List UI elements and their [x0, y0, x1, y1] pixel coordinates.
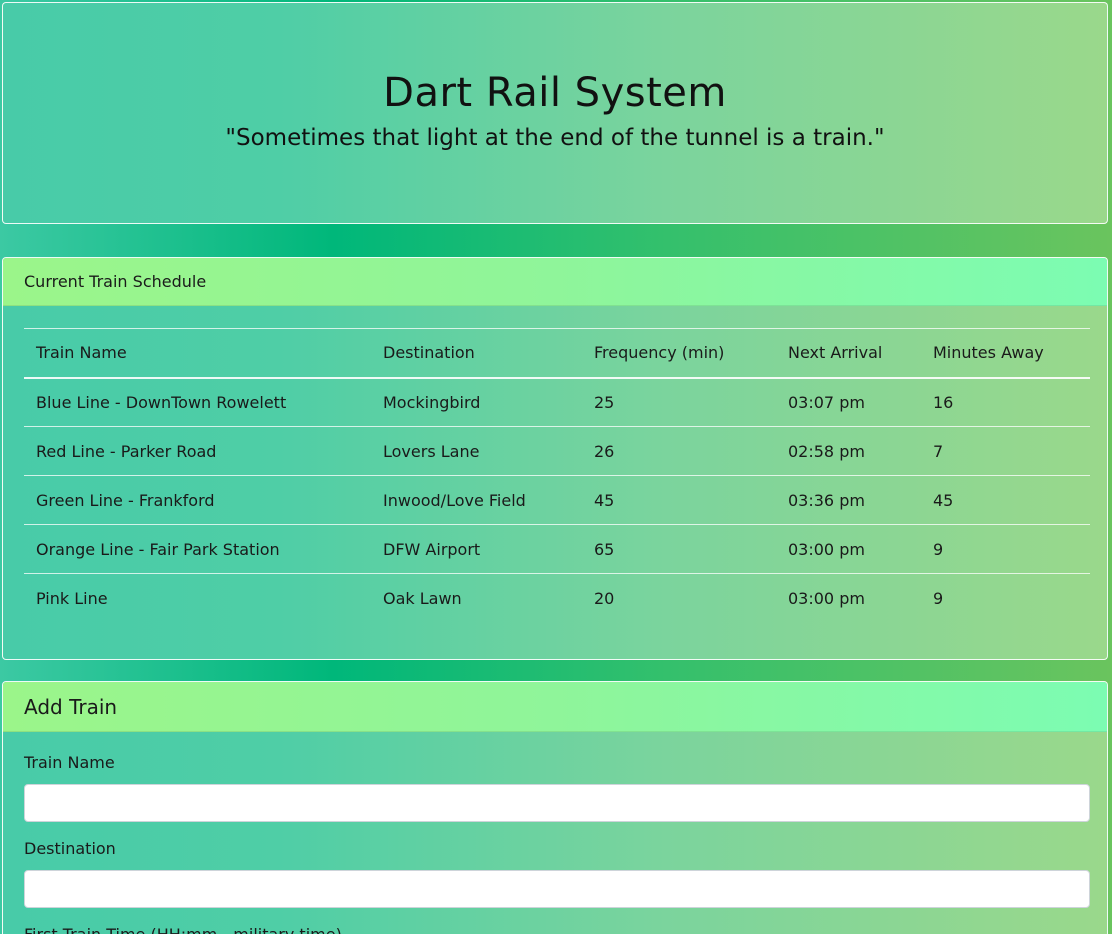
column-header-next-arrival: Next Arrival: [788, 343, 883, 363]
column-header-train-name: Train Name: [36, 343, 127, 363]
cell-train-name: Red Line - Parker Road: [36, 441, 217, 461]
cell-destination: Oak Lawn: [383, 588, 462, 608]
train-name-input[interactable]: [24, 784, 1090, 822]
column-header-minutes-away: Minutes Away: [933, 343, 1044, 363]
table-row: Blue Line - DownTown Rowelett Mockingbir…: [24, 378, 1090, 427]
add-train-card: Add Train Train Name Destination First T…: [2, 681, 1108, 934]
cell-frequency: 65: [594, 539, 615, 559]
cell-train-name: Pink Line: [36, 588, 108, 608]
cell-train-name: Orange Line - Fair Park Station: [36, 539, 280, 559]
cell-next-arrival: 03:00 pm: [788, 588, 865, 608]
cell-minutes-away: 7: [933, 441, 944, 461]
cell-destination: Lovers Lane: [383, 441, 480, 461]
cell-minutes-away: 9: [933, 588, 944, 608]
cell-destination: DFW Airport: [383, 539, 481, 559]
cell-destination: Inwood/Love Field: [383, 490, 526, 510]
cell-minutes-away: 9: [933, 539, 944, 559]
page-tagline: "Sometimes that light at the end of the …: [225, 125, 885, 151]
destination-label: Destination: [24, 839, 116, 858]
table-row: Pink Line Oak Lawn 20 03:00 pm 9: [24, 573, 1090, 623]
cell-next-arrival: 02:58 pm: [788, 441, 865, 461]
train-name-label: Train Name: [24, 753, 115, 772]
cell-train-name: Blue Line - DownTown Rowelett: [36, 392, 287, 412]
column-header-destination: Destination: [383, 343, 475, 363]
cell-frequency: 26: [594, 441, 615, 461]
schedule-card: Current Train Schedule Train Name Destin…: [2, 257, 1108, 660]
cell-minutes-away: 16: [933, 392, 954, 412]
cell-minutes-away: 45: [933, 490, 954, 510]
jumbotron: Dart Rail System "Sometimes that light a…: [2, 2, 1108, 224]
cell-train-name: Green Line - Frankford: [36, 490, 215, 510]
cell-frequency: 25: [594, 392, 615, 412]
table-row: Red Line - Parker Road Lovers Lane 26 02…: [24, 426, 1090, 476]
cell-frequency: 20: [594, 588, 615, 608]
cell-frequency: 45: [594, 490, 615, 510]
first-train-time-label: First Train Time (HH:mm - military time): [24, 925, 342, 934]
table-header-row: Train Name Destination Frequency (min) N…: [24, 328, 1090, 378]
schedule-card-header: Current Train Schedule: [3, 258, 1107, 306]
add-train-heading: Add Train: [24, 694, 118, 719]
destination-input[interactable]: [24, 870, 1090, 908]
table-row: Orange Line - Fair Park Station DFW Airp…: [24, 524, 1090, 574]
table-row: Green Line - Frankford Inwood/Love Field…: [24, 475, 1090, 525]
cell-next-arrival: 03:36 pm: [788, 490, 865, 510]
cell-next-arrival: 03:07 pm: [788, 392, 865, 412]
page-title: Dart Rail System: [383, 70, 727, 116]
cell-next-arrival: 03:00 pm: [788, 539, 865, 559]
schedule-heading: Current Train Schedule: [24, 272, 207, 291]
column-header-frequency: Frequency (min): [594, 343, 725, 363]
add-train-card-header: Add Train: [3, 682, 1107, 732]
cell-destination: Mockingbird: [383, 392, 481, 412]
schedule-table: Train Name Destination Frequency (min) N…: [24, 328, 1090, 623]
